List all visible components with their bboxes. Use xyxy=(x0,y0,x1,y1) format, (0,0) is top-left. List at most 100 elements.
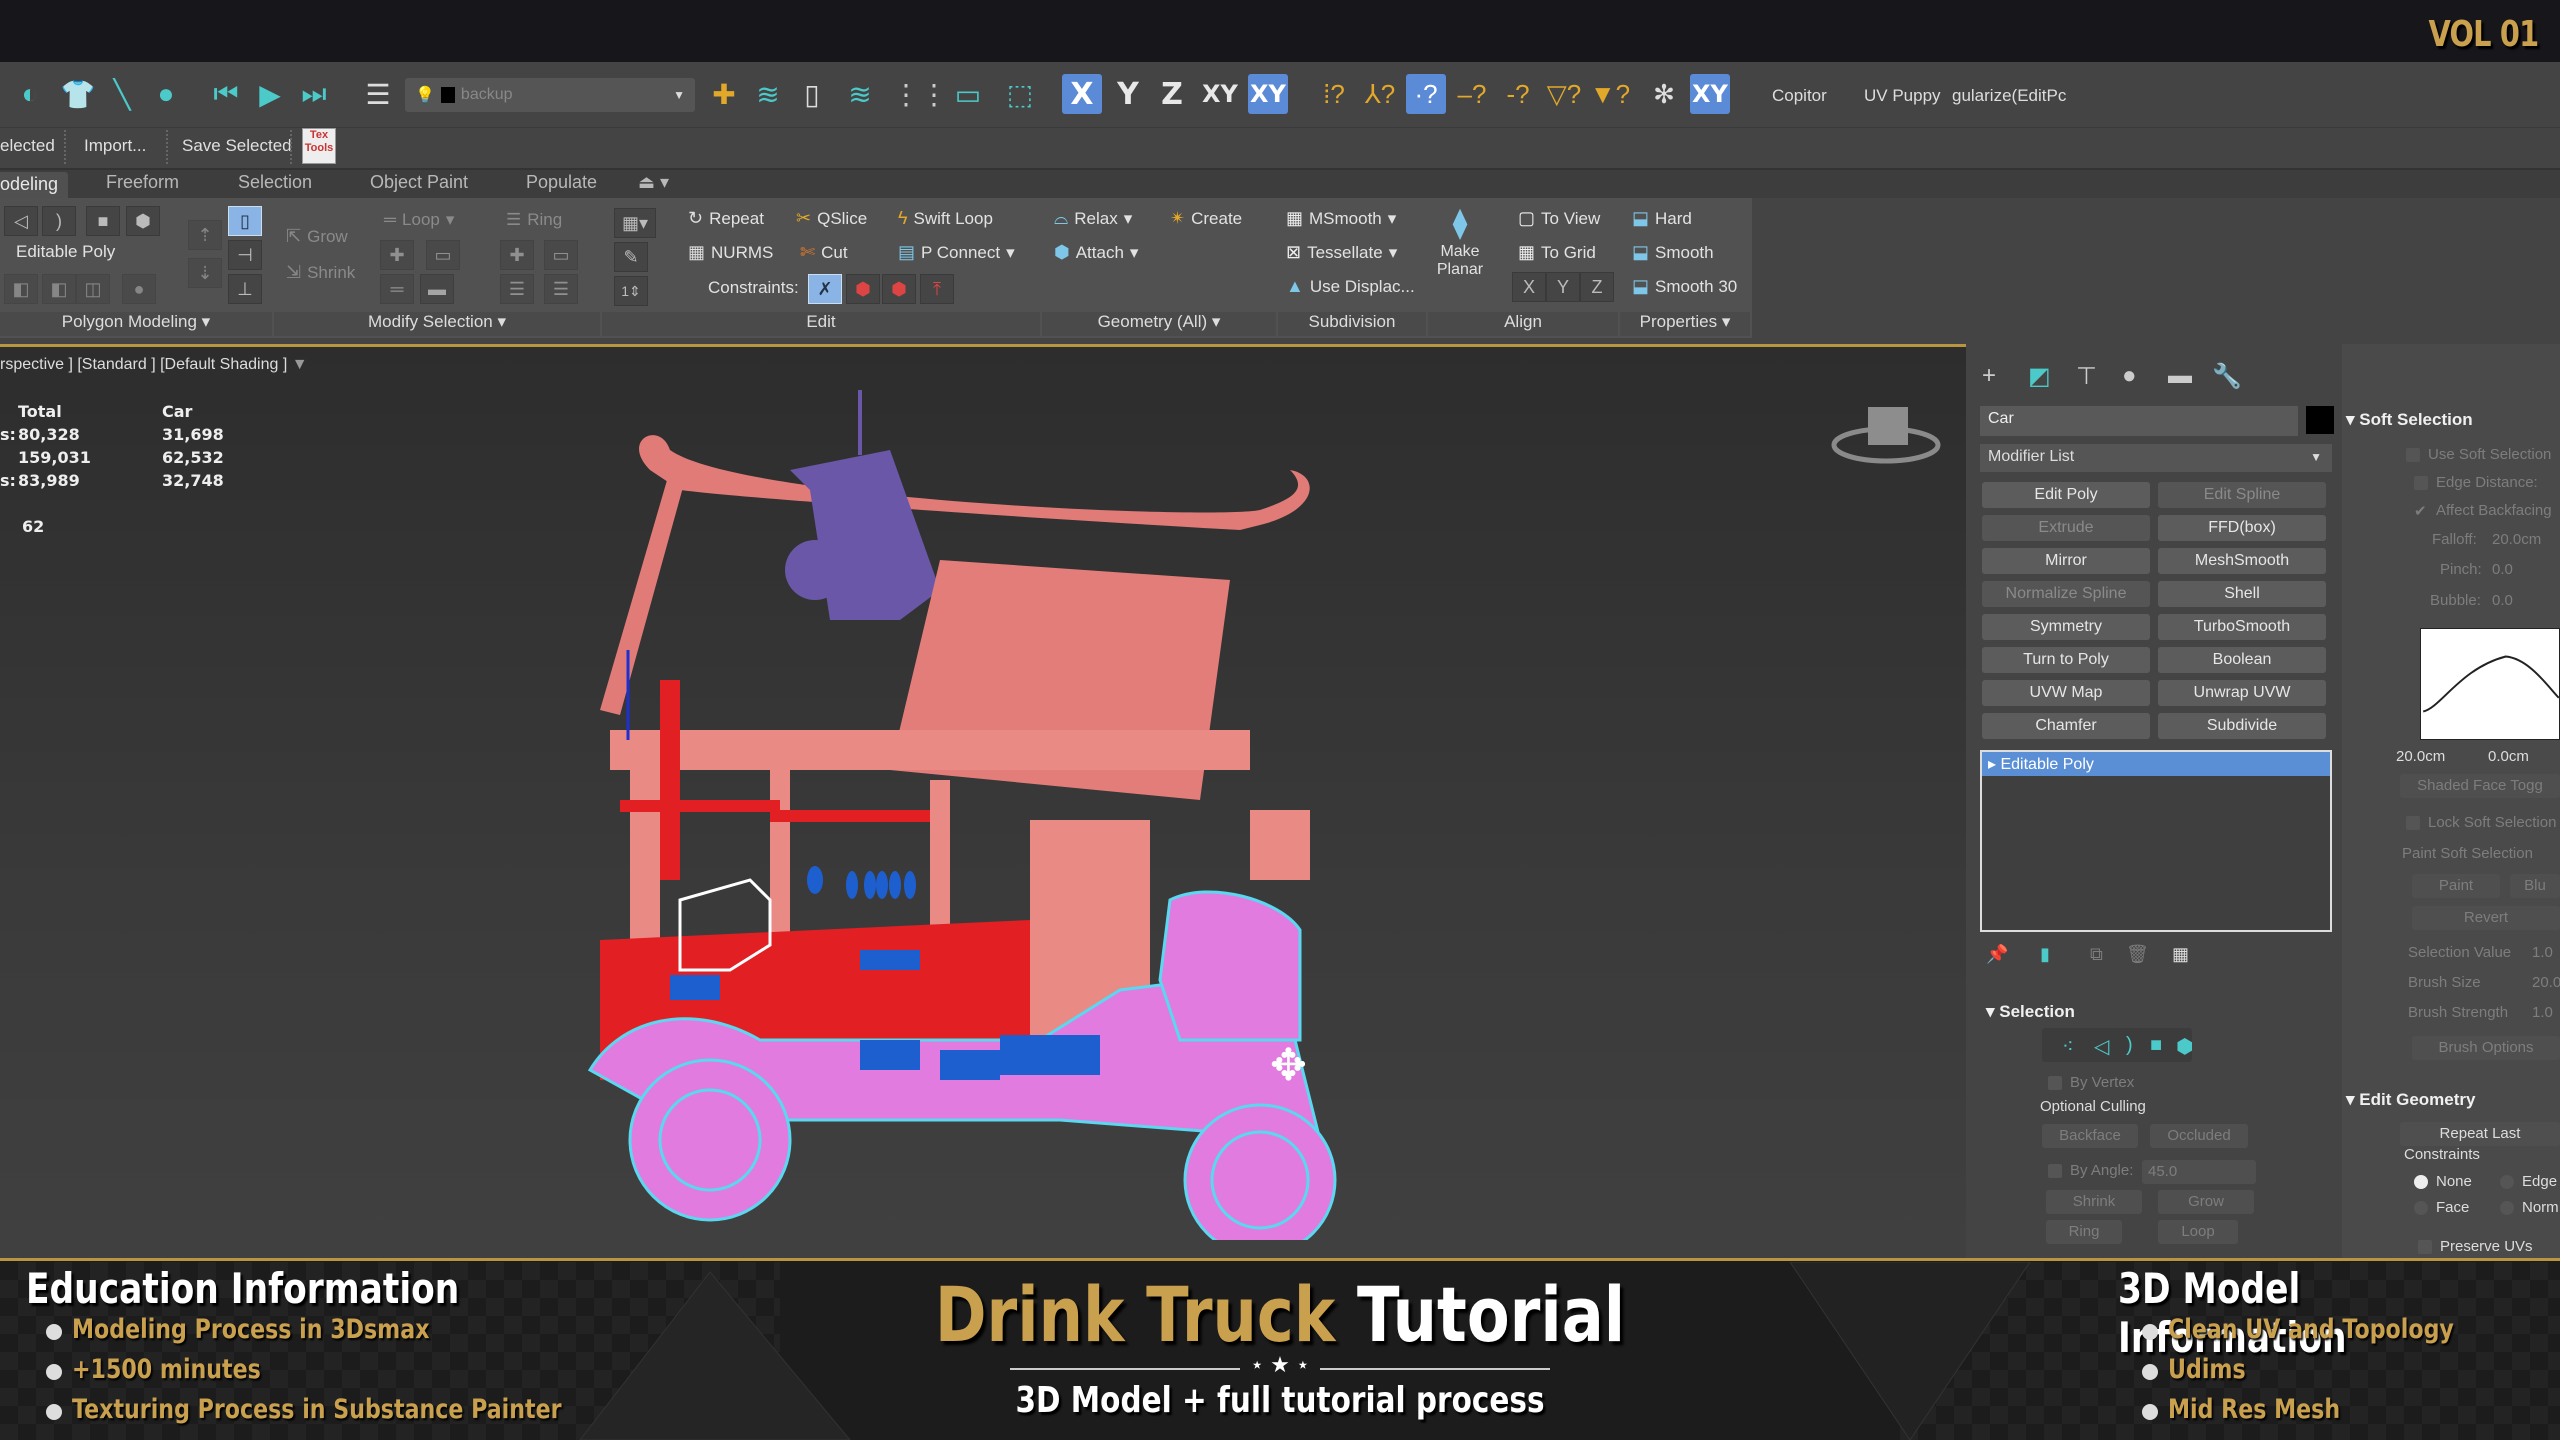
axis-z-button[interactable]: Z xyxy=(1152,74,1192,114)
modifier-button[interactable]: MeshSmooth xyxy=(2158,548,2326,574)
stack-item-editable-poly[interactable]: ▸ Editable Poly xyxy=(1982,752,2330,776)
repeat-count-spinner[interactable]: 1 ⇕ xyxy=(614,276,648,306)
select-in-layer-icon[interactable]: ▯ xyxy=(792,74,832,114)
nurms-button[interactable]: ▦ NURMS xyxy=(688,242,773,263)
constraint-normal-icon[interactable]: ⤒ xyxy=(920,274,954,304)
pin-stack-icon[interactable]: ⊣ xyxy=(228,240,262,270)
properties-group[interactable]: Properties ▾ xyxy=(1620,312,1750,336)
make-planar-button[interactable]: ⧫ Make Planar xyxy=(1437,206,1483,279)
tessellate-button[interactable]: ⊠ Tessellate ▾ xyxy=(1286,242,1397,263)
loop-button[interactable]: ═ Loop ▾ xyxy=(384,210,454,230)
snap-midpoint-icon[interactable]: -? xyxy=(1498,74,1538,114)
export-selected-button[interactable]: elected xyxy=(0,136,55,156)
to-poly-icon[interactable]: ◫ xyxy=(76,274,110,304)
attach-button[interactable]: ⬢ Attach ▾ xyxy=(1054,242,1138,263)
axis-y-button[interactable]: Y xyxy=(1108,74,1148,114)
brush-strength-spinner[interactable]: 1.0 xyxy=(2532,1004,2553,1021)
configure-sets-icon[interactable]: ▦ xyxy=(2172,944,2189,965)
dot-loop-icon[interactable]: ▬ xyxy=(420,274,454,304)
modifier-stack[interactable] xyxy=(1980,750,2332,932)
polygon-mode-icon[interactable]: ■ xyxy=(86,206,120,236)
border-mode-icon[interactable]: ) xyxy=(42,206,76,236)
selection-ring-button[interactable]: Ring xyxy=(2046,1220,2122,1244)
affect-backfacing-check-icon[interactable]: ✔ xyxy=(2414,502,2427,520)
import-button[interactable]: Import... xyxy=(84,136,146,156)
element-mode-icon[interactable]: ⬢ xyxy=(126,206,160,236)
modify-tab-icon[interactable]: ◩ xyxy=(2028,362,2051,391)
modifier-button[interactable]: FFD(box) xyxy=(2158,515,2326,541)
modifier-button[interactable]: Chamfer xyxy=(1982,713,2150,739)
prev-key-icon[interactable]: ⏮ xyxy=(206,74,246,114)
snap-face-fill-icon[interactable]: ▼? xyxy=(1590,74,1630,114)
modifier-stack-icon[interactable]: ⊥ xyxy=(228,274,262,304)
display-tab-icon[interactable]: ▬ xyxy=(2168,362,2192,390)
shirt-icon[interactable]: 👕 xyxy=(58,74,98,114)
shaded-face-toggle-button[interactable]: Shaded Face Togg xyxy=(2400,774,2560,798)
preserve-uv-icon[interactable]: ◧ xyxy=(4,274,38,304)
angle-spinner[interactable]: 45.0 xyxy=(2142,1160,2256,1184)
brush-options-button[interactable]: Brush Options xyxy=(2412,1036,2560,1060)
selection-loop-button[interactable]: Loop xyxy=(2158,1220,2238,1244)
collapse-stack-icon[interactable]: ◧ xyxy=(42,274,76,304)
pinch-spinner[interactable]: 0.0 xyxy=(2492,561,2513,578)
preserve-uvs-icon[interactable]: ▦▾ xyxy=(614,208,656,238)
snap-endpoint-icon[interactable]: –? xyxy=(1452,74,1492,114)
constraint-face-radio[interactable] xyxy=(2414,1201,2428,1215)
modifier-button[interactable]: Extrude xyxy=(1982,515,2150,541)
object-color-swatch[interactable] xyxy=(2306,406,2334,434)
use-soft-selection-checkbox[interactable] xyxy=(2406,448,2420,462)
viewcube-box[interactable] xyxy=(1868,407,1908,445)
axis-xy-snap-button[interactable]: XY xyxy=(1248,74,1288,114)
loop-grow-icon[interactable]: ✚ xyxy=(380,240,414,270)
preserve-uvs-checkbox[interactable] xyxy=(2418,1240,2432,1254)
element-level-icon[interactable]: ⬢ xyxy=(2176,1034,2193,1059)
modifier-button[interactable]: Subdivide xyxy=(2158,713,2326,739)
tab-modeling[interactable]: odeling xyxy=(0,172,69,199)
object-name-field[interactable]: Car xyxy=(1980,406,2298,436)
pin-stack-icon[interactable]: 📌 xyxy=(1986,944,2008,965)
subdivision-group[interactable]: Subdivision xyxy=(1278,312,1426,336)
vertex-level-icon[interactable]: ⁖ xyxy=(2062,1034,2074,1059)
modify-selection-group[interactable]: Modify Selection ▾ xyxy=(274,312,600,336)
axis-xy-button[interactable]: XY xyxy=(1200,74,1240,114)
loop-shrink-icon[interactable]: ▭ xyxy=(426,240,460,270)
revert-button[interactable]: Revert xyxy=(2412,906,2560,930)
axis-x-button[interactable]: X xyxy=(1062,74,1102,114)
align-y-button[interactable]: Y xyxy=(1546,272,1580,302)
by-vertex-checkbox[interactable] xyxy=(2048,1076,2062,1090)
constraint-face-icon[interactable]: ⬢ xyxy=(882,274,916,304)
constraint-edge-icon[interactable]: ⬢ xyxy=(846,274,880,304)
polygon-modeling-group[interactable]: Polygon Modeling ▾ xyxy=(0,312,272,336)
snap-vertex-icon[interactable]: ·? xyxy=(1406,74,1446,114)
modify-mode-down-icon[interactable]: ⇣ xyxy=(188,258,222,288)
layer-manager-icon[interactable]: ☰ xyxy=(358,74,398,114)
tab-freeform[interactable]: Freeform xyxy=(106,172,179,193)
snap-pivot-icon[interactable]: ⅄? xyxy=(1360,74,1400,114)
tweak-icon[interactable]: ✎ xyxy=(614,242,648,272)
use-displace-button[interactable]: ▲ Use Displac... xyxy=(1286,276,1415,297)
layer-dropdown[interactable]: 💡 backup ▼ xyxy=(405,78,695,112)
plugin-copitor[interactable]: Copitor xyxy=(1772,86,1827,106)
selection-shrink-button[interactable]: Shrink xyxy=(2046,1190,2142,1214)
align-group[interactable]: Align xyxy=(1428,312,1618,336)
cut-button[interactable]: ✄ Cut xyxy=(800,242,848,263)
ring-grow-icon[interactable]: ✚ xyxy=(500,240,534,270)
toggle-icon[interactable]: ● xyxy=(122,274,156,304)
snap-freeze-icon[interactable]: ✻ xyxy=(1644,74,1684,114)
relax-button[interactable]: ⌓ Relax ▾ xyxy=(1054,208,1132,229)
to-view-button[interactable]: ▢ To View xyxy=(1518,208,1600,229)
selection-value-spinner[interactable]: 1.0 xyxy=(2532,944,2553,961)
edge-level-icon[interactable]: ◁ xyxy=(2094,1034,2109,1059)
edit-geometry-rollout-title[interactable]: ▾ Edit Geometry xyxy=(2346,1090,2475,1110)
smooth30-button[interactable]: ⬓ Smooth 30 xyxy=(1632,276,1737,297)
bind-icon[interactable]: ╲ xyxy=(102,74,142,114)
modifier-button[interactable]: UVW Map xyxy=(1982,680,2150,706)
modifier-list-dropdown[interactable]: Modifier List ▼ xyxy=(1980,444,2332,472)
msmooth-button[interactable]: ▦ MSmooth ▾ xyxy=(1286,208,1396,229)
tab-object-paint[interactable]: Object Paint xyxy=(370,172,468,193)
to-grid-button[interactable]: ▦ To Grid xyxy=(1518,242,1596,263)
snap-grid-icon[interactable]: ⋮⋮ xyxy=(892,74,948,114)
snap-edge-icon[interactable]: ▭ xyxy=(948,74,988,114)
qslice-button[interactable]: ✂ QSlice xyxy=(796,208,867,229)
remove-modifier-icon[interactable]: 🗑 xyxy=(2126,944,2149,965)
